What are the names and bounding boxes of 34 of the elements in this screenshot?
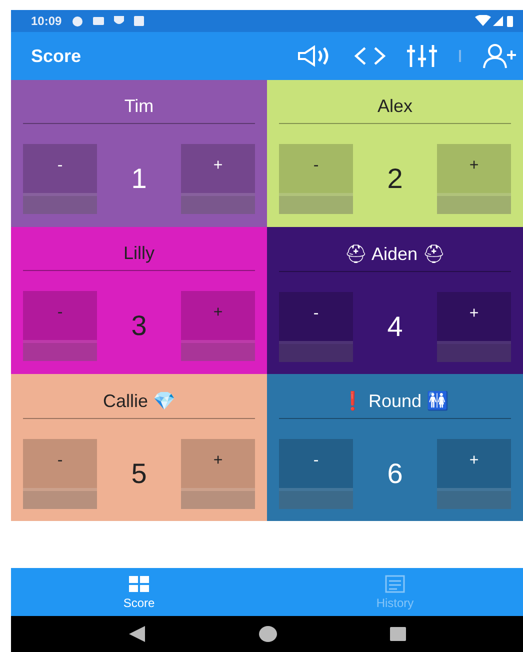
score-value: 5	[131, 458, 147, 490]
decrement-button[interactable]: -	[279, 439, 353, 509]
decrement-button[interactable]: -	[23, 144, 97, 214]
status-time: 10:09	[31, 14, 62, 28]
increment-button[interactable]: +	[436, 144, 511, 214]
score-value: 6	[387, 458, 403, 490]
add-person-icon[interactable]	[483, 43, 517, 69]
increment-button[interactable]: +	[436, 292, 511, 362]
list-icon	[384, 574, 406, 592]
shield-icon	[114, 16, 124, 26]
card-icon	[92, 17, 104, 25]
back-icon[interactable]	[126, 625, 147, 643]
decrement-button[interactable]: -	[23, 439, 97, 509]
score-value: 3	[131, 310, 147, 342]
signal-icons	[475, 15, 515, 27]
player-name[interactable]: ⛑ Aiden ⛑	[279, 235, 511, 272]
app-title: Score	[31, 46, 82, 66]
decrement-button[interactable]: -	[279, 292, 353, 362]
code-icon[interactable]	[353, 46, 387, 66]
decrement-button[interactable]: -	[279, 144, 353, 214]
equalizer-icon[interactable]	[407, 44, 437, 68]
player-name[interactable]: Tim	[23, 88, 255, 124]
score-value: 1	[131, 163, 147, 195]
player-name[interactable]: Lilly	[23, 235, 255, 271]
player-name[interactable]: Alex	[279, 88, 511, 124]
player-name[interactable]: Callie 💎	[23, 382, 255, 419]
grid-icon	[128, 574, 150, 592]
score-value: 2	[387, 163, 403, 195]
increment-button[interactable]: +	[180, 439, 255, 509]
score-value: 4	[387, 311, 403, 343]
increment-button[interactable]: +	[436, 439, 511, 509]
increment-button[interactable]: +	[180, 144, 255, 214]
recents-icon[interactable]	[389, 626, 408, 642]
home-icon[interactable]	[258, 625, 278, 643]
